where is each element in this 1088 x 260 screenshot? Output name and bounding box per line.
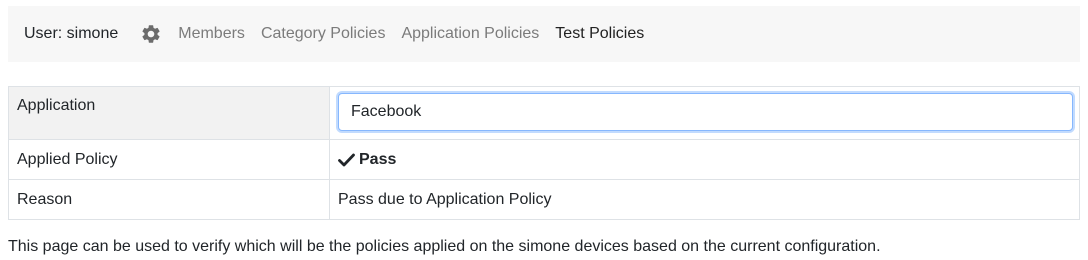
gear-icon[interactable] (140, 23, 162, 45)
policy-test-table: Application Applied Policy Pass Reason P… (8, 86, 1080, 220)
nav-link-application-policies[interactable]: Application Policies (401, 25, 539, 43)
nav-link-members[interactable]: Members (178, 25, 245, 43)
table-row-applied-policy: Applied Policy Pass (8, 139, 1080, 180)
applied-policy-label: Applied Policy (8, 139, 330, 180)
applied-policy-result: Pass (338, 151, 396, 169)
reason-value: Pass due to Application Policy (329, 179, 1080, 220)
application-input[interactable] (338, 93, 1073, 131)
table-row-reason: Reason Pass due to Application Policy (8, 179, 1080, 220)
top-navbar: User: simone Members Category Policies A… (8, 6, 1080, 62)
application-label: Application (8, 86, 330, 140)
application-cell (329, 86, 1080, 140)
reason-label: Reason (8, 179, 330, 220)
applied-policy-value: Pass (359, 151, 397, 168)
nav-link-test-policies[interactable]: Test Policies (555, 25, 644, 43)
check-icon (338, 153, 355, 167)
nav-link-category-policies[interactable]: Category Policies (261, 25, 386, 43)
help-text: This page can be used to verify which wi… (8, 238, 881, 255)
current-user-label: User: simone (24, 25, 119, 42)
applied-policy-cell: Pass (329, 139, 1080, 180)
table-row-application: Application (8, 86, 1080, 140)
